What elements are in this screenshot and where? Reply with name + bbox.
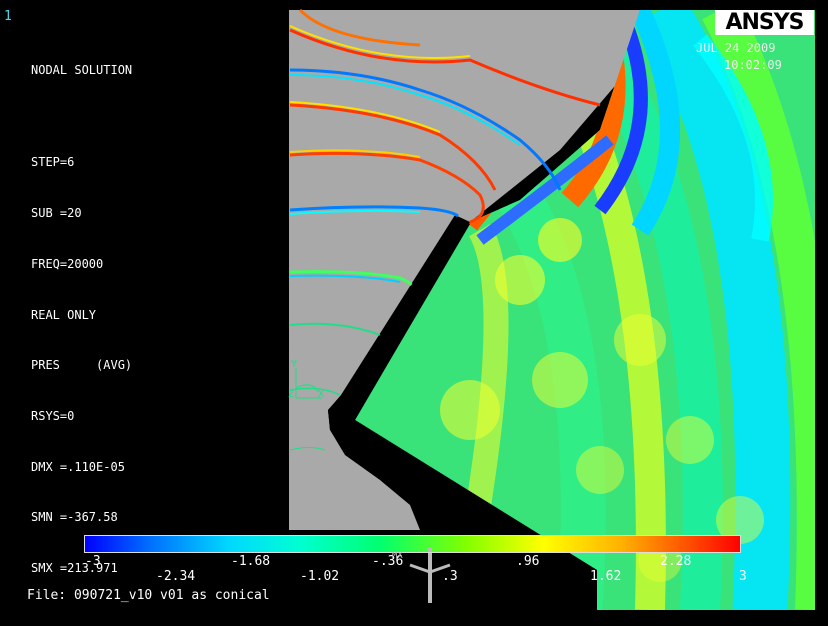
legend-label-top: -1.68 <box>231 554 271 569</box>
info-line: DMX =.110E-05 <box>31 459 125 474</box>
legend-label-bottom: -1.02 <box>300 569 340 584</box>
info-line: RSYS=0 <box>31 408 75 423</box>
info-line: SMN =-367.58 <box>31 510 118 525</box>
file-label: File: 090721_v10 v01 as conical <box>27 588 270 603</box>
plot-date: JUL 24 2009 <box>696 41 776 55</box>
ansys-logo: ANSYS <box>715 10 814 35</box>
legend-label-bottom: -2.34 <box>156 569 196 584</box>
triad-x-label: X <box>318 389 325 400</box>
file-name: 090721_v10 v01 as conical <box>73 588 270 603</box>
info-line: REAL ONLY <box>31 307 97 322</box>
info-panel: NODAL SOLUTION STEP=6 SUB =20 FREQ=20000… <box>31 28 132 611</box>
info-line: FREQ=20000 <box>31 256 104 271</box>
info-line: STEP=6 <box>31 155 75 170</box>
graphics-window[interactable]: 1 NODAL SOLUTION STEP=6 SUB =20 FREQ=200… <box>0 0 828 626</box>
info-title: NODAL SOLUTION <box>31 62 133 77</box>
triad-z-label: Z <box>288 389 295 400</box>
legend-label-bottom: .3 <box>442 569 458 584</box>
info-line: SUB =20 <box>31 206 82 221</box>
info-line: SMX =213.971 <box>31 561 118 576</box>
legend-label-bottom: 3 <box>739 569 747 584</box>
info-line: PRES (AVG) <box>31 358 133 373</box>
file-prefix: File: <box>27 588 67 603</box>
triad-y-label: Y <box>291 359 298 370</box>
plot-time: 10:02:09 <box>724 58 782 72</box>
legend-label-top: .96 <box>516 554 540 569</box>
max-marker: MX <box>392 551 403 561</box>
window-number: 1 <box>4 9 12 24</box>
legend-label-top: -3 <box>85 554 101 569</box>
legend-bar <box>84 535 741 553</box>
legend-label-bottom: 1.62 <box>590 569 622 584</box>
model-stem <box>428 548 432 603</box>
legend-label-top: 2.28 <box>660 554 692 569</box>
